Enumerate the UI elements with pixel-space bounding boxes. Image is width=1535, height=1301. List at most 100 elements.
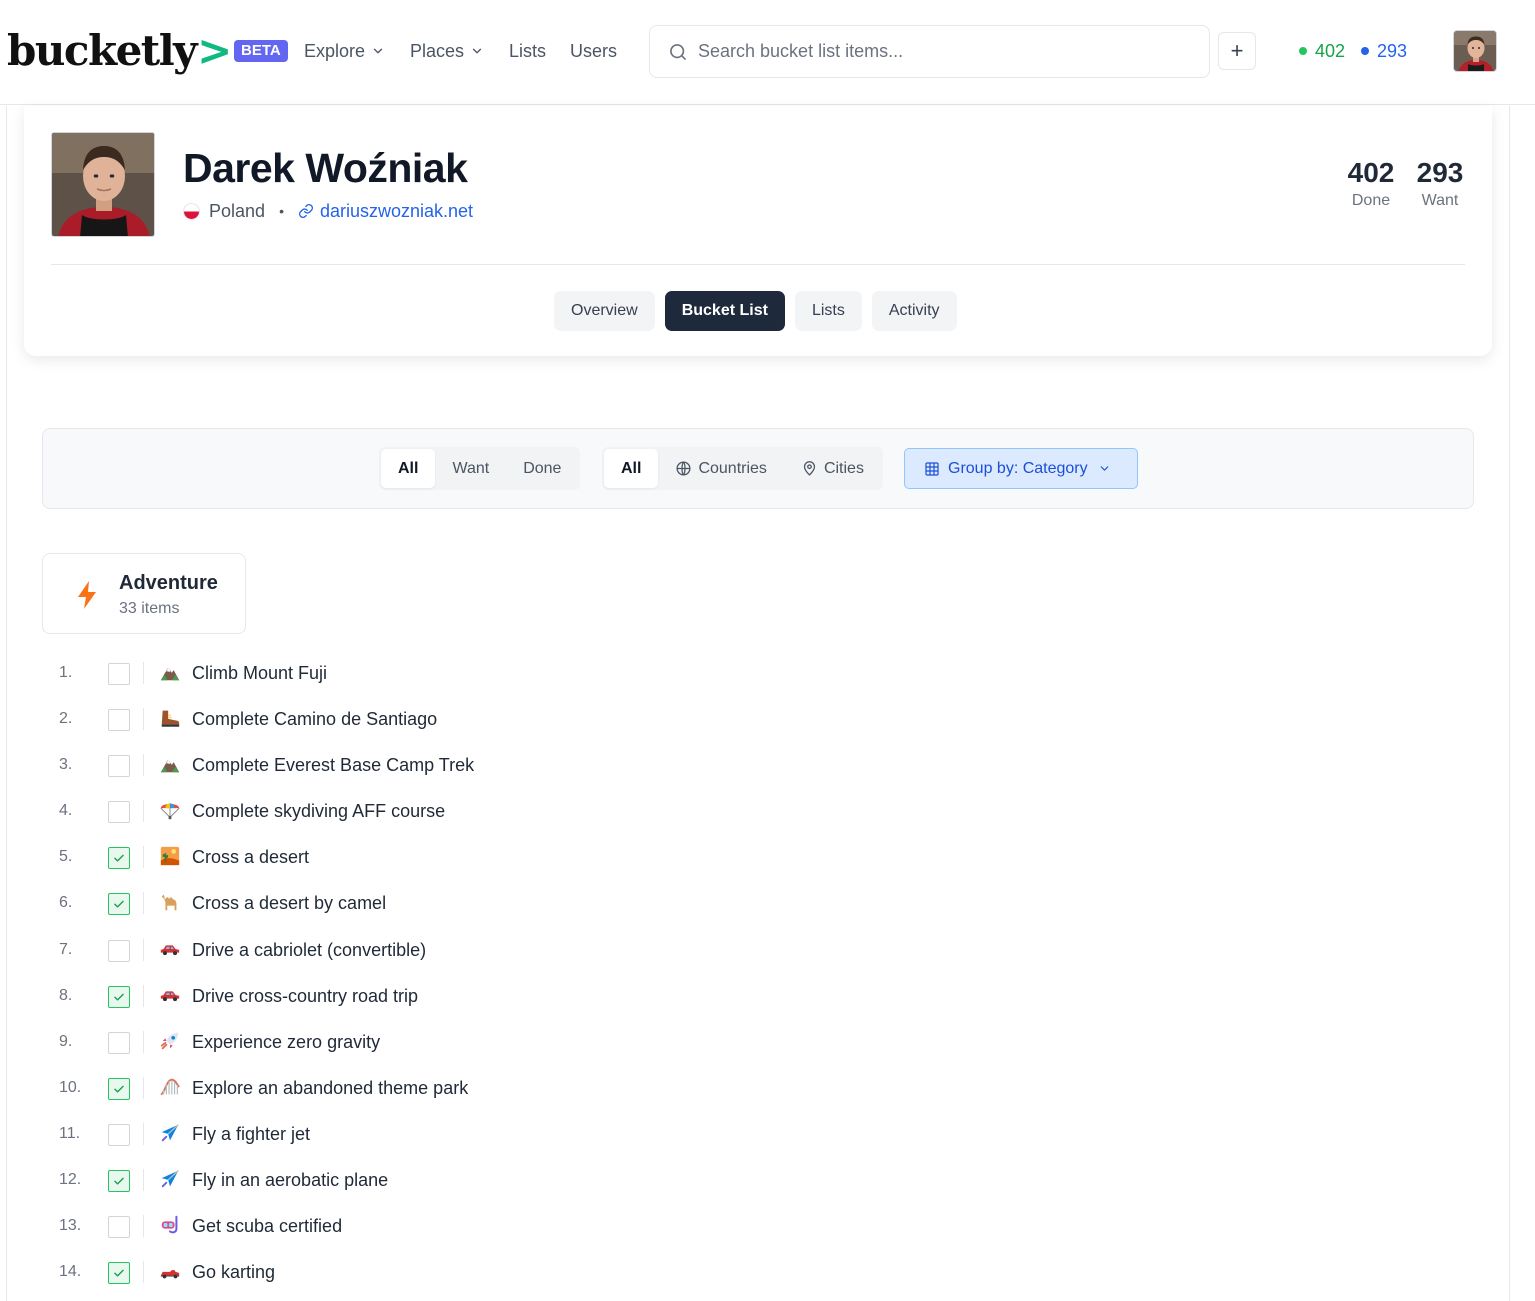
tab-overview[interactable]: Overview	[554, 291, 655, 331]
nav-places[interactable]: Places	[410, 40, 484, 62]
profile-portrait	[52, 133, 154, 236]
item-title[interactable]: Fly a fighter jet	[192, 1123, 310, 1145]
search-bar[interactable]	[649, 25, 1210, 78]
item-title[interactable]: Climb Mount Fuji	[192, 662, 327, 684]
poland-flag-icon	[183, 202, 200, 220]
list-item[interactable]: 11. Fly a fighter jet	[42, 1111, 1472, 1157]
nav-users[interactable]: Users	[570, 40, 617, 62]
list-item[interactable]: 6. Cross a desert by camel	[42, 880, 1472, 926]
item-number: 10.	[59, 1078, 82, 1096]
item-divider	[143, 1122, 144, 1145]
link-icon	[299, 204, 313, 218]
header-done-count[interactable]: 402	[1299, 40, 1345, 62]
list-item[interactable]: 5. Cross a desert	[42, 834, 1472, 880]
item-checkbox[interactable]	[108, 1262, 130, 1285]
list-item[interactable]: 8. Drive cross-country road trip	[42, 973, 1472, 1019]
profile-website-link[interactable]: dariuszwozniak.net	[298, 200, 473, 222]
item-checkbox[interactable]	[108, 663, 130, 685]
category-header-adventure[interactable]: Adventure 33 items	[42, 553, 246, 634]
chevron-down-icon	[1100, 466, 1108, 471]
page-frame-right	[1509, 106, 1510, 1301]
item-checkbox[interactable]	[108, 801, 130, 824]
item-number: 14.	[59, 1263, 82, 1281]
item-number: 12.	[59, 1171, 82, 1189]
item-checkbox[interactable]	[108, 1216, 130, 1239]
header-want-count[interactable]: 293	[1361, 40, 1407, 62]
list-item[interactable]: 4. Complete skydiving AFF course	[42, 788, 1472, 834]
item-number: 11.	[59, 1124, 81, 1142]
item-checkbox[interactable]	[108, 893, 130, 916]
item-title[interactable]: Experience zero gravity	[192, 1031, 380, 1053]
header-want-value: 293	[1377, 41, 1408, 61]
status-filter-want[interactable]: Want	[435, 449, 506, 488]
list-item[interactable]: 9. Experience zero gravity	[42, 1019, 1472, 1065]
nav-lists[interactable]: Lists	[509, 40, 546, 62]
item-number: 1.	[59, 664, 73, 681]
item-title[interactable]: Fly in an aerobatic plane	[192, 1169, 388, 1191]
status-filter: All Want Done	[379, 447, 581, 490]
item-number: 5.	[59, 848, 73, 866]
item-title[interactable]: Get scuba certified	[192, 1215, 342, 1237]
check-icon	[114, 855, 124, 862]
status-filter-done[interactable]: Done	[506, 449, 578, 488]
item-divider	[143, 984, 144, 1007]
item-title[interactable]: Complete Camino de Santiago	[192, 708, 437, 730]
item-checkbox[interactable]	[108, 755, 130, 778]
profile-done-value: 402	[1347, 157, 1395, 188]
item-title[interactable]: Cross a desert by camel	[192, 892, 386, 914]
filter-bar: All Want Done All Countries Cities Group…	[42, 428, 1474, 509]
group-by-dropdown[interactable]: Group by: Category	[904, 448, 1138, 489]
check-icon	[114, 1085, 124, 1093]
item-checkbox[interactable]	[108, 1031, 130, 1054]
item-title[interactable]: Go karting	[192, 1261, 275, 1283]
item-checkbox[interactable]	[108, 847, 130, 870]
scope-filter-all[interactable]: All	[604, 449, 659, 488]
list-item[interactable]: 10. Explore an abandoned theme park	[42, 1065, 1472, 1111]
profile-meta: Poland • dariuszwozniak.net	[183, 200, 473, 222]
tab-bucket-list[interactable]: Bucket List	[664, 291, 785, 331]
nav-explore[interactable]: Explore	[304, 40, 385, 62]
list-item[interactable]: 13. Get scuba certified	[42, 1203, 1472, 1249]
item-title[interactable]: Cross a desert	[192, 846, 309, 868]
item-checkbox[interactable]	[108, 1170, 130, 1193]
item-checkbox[interactable]	[108, 1077, 130, 1100]
list-item[interactable]: 2. Complete Camino de Santiago	[42, 696, 1472, 742]
item-divider	[143, 1076, 144, 1099]
item-number: 4.	[59, 802, 73, 820]
chevron-down-icon	[472, 48, 482, 54]
tab-activity[interactable]: Activity	[871, 291, 957, 331]
tab-lists[interactable]: Lists	[794, 291, 862, 331]
scope-filter-countries[interactable]: Countries	[658, 449, 783, 488]
item-checkbox[interactable]	[108, 985, 130, 1008]
item-divider	[143, 1215, 144, 1238]
item-title[interactable]: Complete Everest Base Camp Trek	[192, 754, 474, 776]
group-by-label: Group by: Category	[948, 460, 1088, 477]
item-divider	[143, 754, 144, 777]
item-divider	[143, 1261, 144, 1284]
status-filter-all[interactable]: All	[381, 449, 436, 488]
item-title[interactable]: Drive cross-country road trip	[192, 985, 418, 1007]
bucketly-logo[interactable]: bucketly>	[7, 25, 232, 77]
list-item[interactable]: 12. Fly in an aerobatic plane	[42, 1157, 1472, 1203]
scope-filter-cities[interactable]: Cities	[784, 449, 881, 488]
add-item-button[interactable]: +	[1218, 32, 1256, 70]
list-item[interactable]: 3. Complete Everest Base Camp Trek	[42, 742, 1472, 788]
avatar-portrait	[1454, 31, 1496, 71]
item-checkbox[interactable]	[108, 939, 130, 962]
desert-icon	[158, 845, 182, 869]
profile-want-value: 293	[1416, 157, 1464, 188]
item-checkbox[interactable]	[108, 709, 130, 732]
list-item[interactable]: 14. Go karting	[42, 1249, 1472, 1295]
roller-coaster-icon	[158, 1076, 182, 1100]
category-count: 33 items	[119, 600, 180, 617]
item-checkbox[interactable]	[108, 1123, 130, 1146]
blue-dot-icon	[1361, 47, 1369, 55]
search-input[interactable]	[698, 41, 1178, 62]
user-avatar[interactable]	[1453, 30, 1497, 72]
item-title[interactable]: Complete skydiving AFF course	[192, 800, 445, 822]
grid-icon	[925, 461, 939, 476]
item-title[interactable]: Explore an abandoned theme park	[192, 1077, 468, 1099]
item-title[interactable]: Drive a cabriolet (convertible)	[192, 939, 426, 961]
list-item[interactable]: 7. Drive a cabriolet (convertible)	[42, 927, 1472, 973]
list-item[interactable]: 1. Climb Mount Fuji	[42, 650, 1472, 696]
